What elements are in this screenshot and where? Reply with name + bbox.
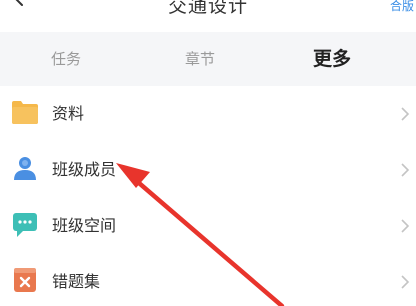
- tab-more[interactable]: 更多: [282, 32, 382, 86]
- menu-item-class-members[interactable]: 班级成员: [0, 142, 416, 198]
- menu-item-label: 班级空间: [52, 216, 117, 235]
- wrong-questions-icon: [14, 268, 36, 292]
- menu-item-label: 错题集: [52, 272, 101, 291]
- menu-item-label: 班级成员: [52, 160, 117, 179]
- chevron-right-icon: [401, 163, 410, 177]
- tab-bar: 任务 章节 更多: [0, 32, 416, 86]
- chevron-right-icon: [401, 219, 410, 233]
- menu-item-label: 资料: [52, 104, 85, 123]
- chevron-right-icon: [401, 107, 410, 121]
- tab-chapters[interactable]: 章节: [150, 32, 250, 86]
- menu-item-class-space[interactable]: 班级空间: [0, 198, 416, 254]
- person-icon: [14, 157, 36, 180]
- menu-item-materials[interactable]: 资料: [0, 86, 416, 142]
- menu-item-wrong-questions[interactable]: 错题集: [0, 254, 416, 306]
- folder-icon: [12, 101, 38, 124]
- chat-bubble-icon: [13, 213, 37, 237]
- chevron-right-icon: [401, 275, 410, 289]
- page-title: 交通设计: [167, 0, 248, 17]
- top-bar: 交通设计 合版: [0, 0, 416, 32]
- top-action-button[interactable]: 合版: [390, 0, 414, 12]
- tab-tasks[interactable]: 任务: [16, 32, 116, 86]
